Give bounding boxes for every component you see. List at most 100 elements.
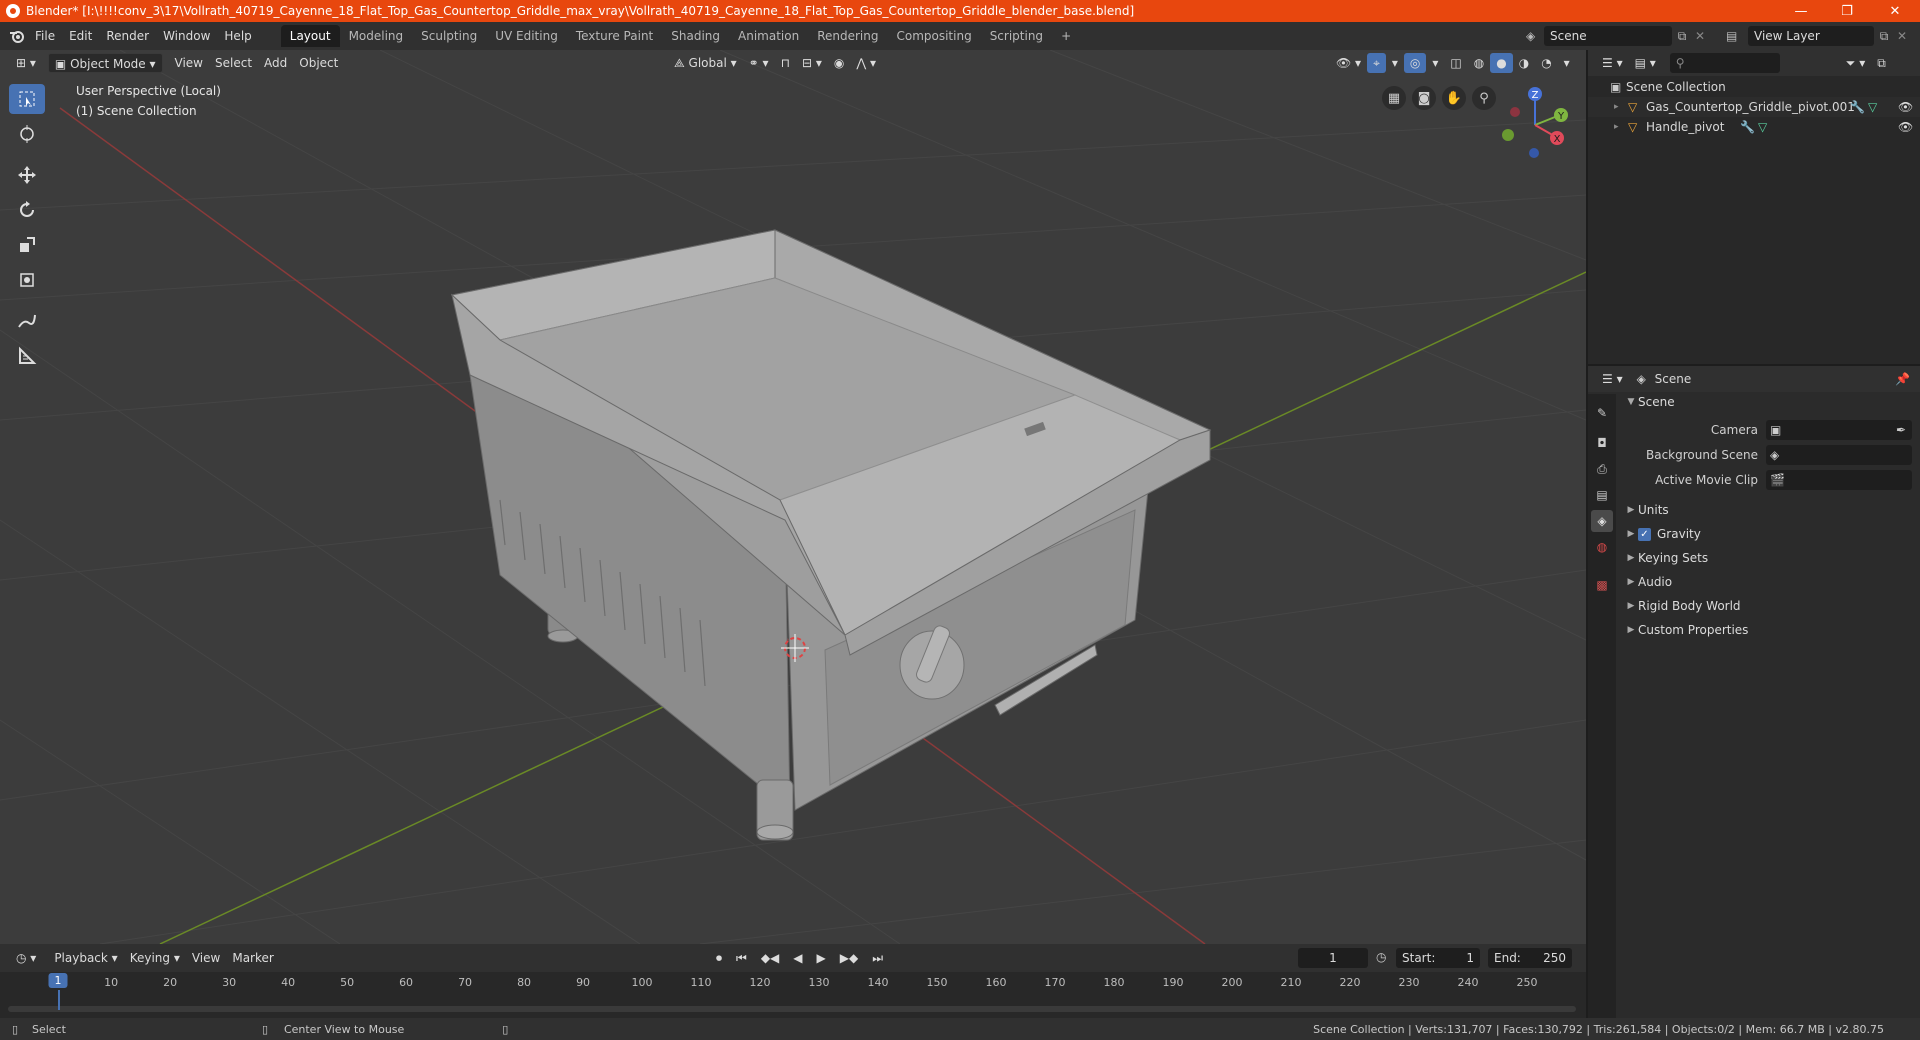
minimize-button[interactable]: — [1778,0,1824,22]
transform-tool-icon[interactable] [9,265,45,295]
scene-section-header[interactable]: ▼ Scene [1618,390,1918,414]
gizmo-dropdown-icon[interactable]: ▾ [1386,53,1404,73]
tab-rendering[interactable]: Rendering [808,25,887,47]
record-icon[interactable]: ⏺ [710,948,728,968]
view-layer-remove-icon[interactable]: ✕ [1894,29,1910,43]
menu-object[interactable]: Object [293,53,344,73]
select-box-tool-icon[interactable] [9,84,45,114]
menu-select[interactable]: Select [209,53,258,73]
start-frame-field[interactable]: Start: 1 [1396,948,1480,968]
gizmo-toggle-icon[interactable]: ⌖ [1367,53,1386,73]
scale-tool-icon[interactable] [9,230,45,260]
menu-file[interactable]: File [28,25,62,47]
blender-menu-icon[interactable] [6,25,28,47]
play-reverse-icon[interactable]: ◀ [787,948,808,968]
navigation-gizmo[interactable]: Z Y X [1490,85,1570,165]
outliner-item[interactable]: ▸ ▽ Gas_Countertop_Griddle_pivot.001 🔧 ▽… [1588,97,1920,117]
editor-type-icon[interactable]: ⊞ ▾ [10,53,42,73]
outliner-new-collection-icon[interactable]: ⧉ [1871,53,1892,73]
measure-tool-icon[interactable] [9,341,45,371]
modifier-wrench-icon[interactable]: 🔧 [1850,100,1865,114]
outliner-editor-type-icon[interactable]: ☰ ▾ [1596,53,1629,73]
scene-remove-icon[interactable]: ✕ [1692,29,1708,43]
rigid-body-world-section[interactable]: ▶ Rigid Body World [1618,594,1918,618]
gravity-section[interactable]: ▶ ✓ Gravity [1618,522,1918,546]
gravity-checkbox[interactable]: ✓ [1638,527,1651,541]
falloff-curve-icon[interactable]: ⋀ ▾ [850,53,882,73]
play-icon[interactable]: ▶ [811,948,832,968]
scene-tab-icon[interactable]: ◈ [1591,510,1613,532]
shading-wireframe-icon[interactable]: ◍ [1468,53,1490,73]
close-button[interactable]: ✕ [1872,0,1918,22]
outliner-scene-collection[interactable]: ▣ Scene Collection [1588,77,1920,97]
keying-sets-section[interactable]: ▶ Keying Sets [1618,546,1918,570]
tab-modeling[interactable]: Modeling [340,25,413,47]
overlay-toggle-icon[interactable]: ◎ [1403,53,1427,73]
jump-end-icon[interactable]: ⏭ [866,948,889,968]
output-tab-icon[interactable]: ⎙ [1591,458,1613,480]
auto-keying-clock-icon[interactable]: ◷ [1376,950,1386,964]
rotate-tool-icon[interactable] [9,195,45,225]
scene-new-icon[interactable]: ⧉ [1672,29,1692,44]
proportional-edit-icon[interactable]: ◉ [828,53,850,73]
tab-layout[interactable]: Layout [280,25,340,47]
timeline-scrollbar[interactable] [8,1006,1576,1012]
pivot-point-icon[interactable]: ⚭ ▾ [743,53,775,73]
xray-toggle-icon[interactable]: ◫ [1444,53,1467,73]
timeline-editor-type-icon[interactable]: ◷ ▾ [10,948,42,968]
tool-tab-icon[interactable]: ✎ [1591,402,1613,424]
menu-window[interactable]: Window [156,25,217,47]
camera-field[interactable]: ▣ ✒ [1766,420,1912,440]
mesh-data-icon[interactable]: ▽ [1868,100,1877,114]
units-section[interactable]: ▶ Units [1618,498,1918,522]
view-layer-new-icon[interactable]: ⧉ [1874,29,1894,44]
shading-dropdown-icon[interactable]: ▾ [1558,53,1576,73]
scene-browse-icon[interactable]: ◈ [1526,29,1544,43]
custom-properties-section[interactable]: ▶ Custom Properties [1618,618,1918,642]
tab-shading[interactable]: Shading [662,25,729,47]
view-layer-selector[interactable]: View Layer [1748,26,1874,46]
view-layer-tab-icon[interactable]: ▤ [1591,484,1613,506]
background-scene-field[interactable]: ◈ [1766,445,1912,465]
menu-timeline-view[interactable]: View [186,948,226,968]
cursor-tool-icon[interactable] [9,119,45,149]
audio-section[interactable]: ▶ Audio [1618,570,1918,594]
overlay-dropdown-icon[interactable]: ▾ [1426,53,1444,73]
menu-render[interactable]: Render [99,25,156,47]
eyedropper-icon[interactable]: ✒ [1896,423,1906,437]
maximize-button[interactable]: ❐ [1824,0,1870,22]
world-tab-icon[interactable]: ◍ [1591,536,1613,558]
properties-editor-type-icon[interactable]: ☰ ▾ [1596,369,1629,389]
tab-texture-paint[interactable]: Texture Paint [567,25,662,47]
menu-marker[interactable]: Marker [226,948,279,968]
shading-solid-icon[interactable]: ● [1490,53,1513,73]
snap-magnet-icon[interactable]: ⊓ [775,53,796,73]
annotate-tool-icon[interactable] [9,306,45,336]
toggle-ortho-icon[interactable]: ▦ [1382,86,1406,110]
zoom-view-icon[interactable]: ⚲ [1472,86,1496,110]
menu-edit[interactable]: Edit [62,25,99,47]
jump-start-icon[interactable]: ⏮ [730,948,753,968]
prev-keyframe-icon[interactable]: ◆◀ [755,948,785,968]
next-keyframe-icon[interactable]: ▶◆ [834,948,864,968]
outliner-item[interactable]: ▸ ▽ Handle_pivot 🔧 ▽ 👁 [1588,117,1920,137]
pin-icon[interactable]: 📌 [1895,372,1910,386]
tab-scripting[interactable]: Scripting [981,25,1052,47]
visibility-eye-icon[interactable]: 👁 [1898,100,1913,114]
expand-arrow-icon[interactable]: ▸ [1614,102,1628,112]
playhead-line[interactable] [58,990,60,1010]
end-frame-field[interactable]: End: 250 [1488,948,1572,968]
menu-view[interactable]: View [169,53,209,73]
menu-help[interactable]: Help [217,25,258,47]
mesh-data-icon[interactable]: ▽ [1758,120,1767,134]
visibility-filter-icon[interactable]: 👁 ▾ [1330,53,1367,73]
expand-arrow-icon[interactable]: ▸ [1614,122,1628,132]
pan-view-hand-icon[interactable]: ✋ [1442,86,1466,110]
tab-compositing[interactable]: Compositing [887,25,980,47]
camera-view-icon[interactable]: ◙ [1412,86,1436,110]
texture-tab-icon[interactable]: ▩ [1591,574,1613,596]
modifier-wrench-icon[interactable]: 🔧 [1740,120,1755,134]
transform-orientation-selector[interactable]: ⟁ Global ▾ [668,53,743,73]
scene-selector[interactable]: Scene [1544,26,1672,46]
tab-uv-editing[interactable]: UV Editing [486,25,567,47]
